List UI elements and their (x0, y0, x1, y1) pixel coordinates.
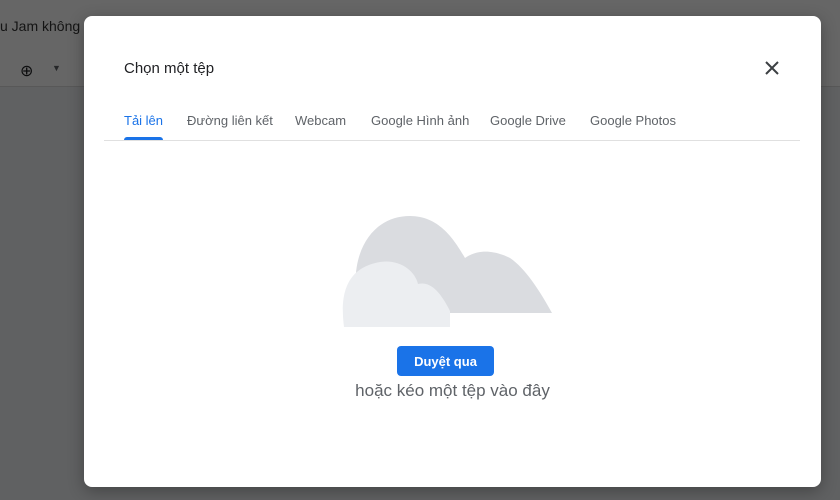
close-button[interactable] (760, 56, 784, 80)
tab-upload[interactable]: Tải lên (124, 113, 164, 140)
drop-hint: hoặc kéo một tệp vào đây (355, 381, 550, 400)
tab-google-images[interactable]: Google Hình ảnh (371, 113, 469, 128)
file-picker-dialog: Chọn một tệp Tải lên Đường liên kết Webc… (84, 16, 821, 487)
document-title: u Jam không (0, 18, 81, 34)
dialog-title: Chọn một tệp (124, 60, 215, 77)
tab-bar: Tải lên Đường liên kết Webcam Google Hìn… (104, 108, 800, 141)
close-icon (765, 61, 779, 75)
tab-google-photos[interactable]: Google Photos (590, 113, 676, 128)
tab-link[interactable]: Đường liên kết (187, 113, 273, 128)
tab-webcam[interactable]: Webcam (295, 113, 346, 128)
tab-google-drive[interactable]: Google Drive (490, 113, 566, 128)
cloud-icon (342, 216, 552, 327)
browse-button[interactable]: Duyệt qua (397, 346, 494, 376)
